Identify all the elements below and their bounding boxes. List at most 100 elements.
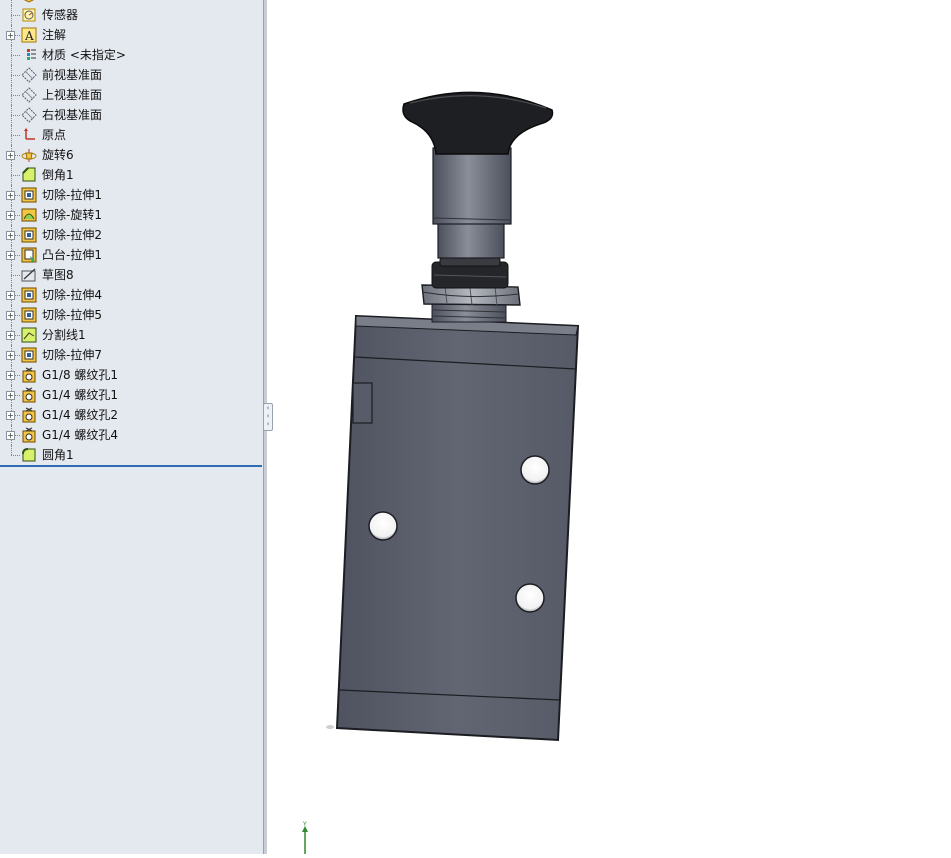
feature-tree-item[interactable]: 前视基准面 — [0, 65, 262, 85]
port-hole — [368, 511, 398, 541]
revolve-icon — [21, 147, 37, 163]
feature-tree-item[interactable]: 传感器 — [0, 5, 262, 25]
cut-extrude-icon — [21, 287, 37, 303]
expand-toggle[interactable]: + — [6, 151, 15, 160]
hole-wizard-icon — [21, 387, 37, 403]
feature-tree-item[interactable]: + 切除-拉伸5 — [0, 305, 262, 325]
boss-extrude-icon — [21, 247, 37, 263]
expand-toggle[interactable]: + — [6, 351, 15, 360]
axis-y-label: Y — [302, 821, 307, 828]
feature-tree-item-label: 切除-拉伸2 — [42, 228, 102, 242]
feature-tree-item[interactable]: 右视基准面 — [0, 105, 262, 125]
expand-toggle[interactable]: + — [6, 431, 15, 440]
knob-collar — [431, 257, 509, 289]
expand-toggle[interactable]: + — [6, 31, 15, 40]
expand-toggle[interactable]: + — [6, 331, 15, 340]
feature-tree-item[interactable]: + G1/4 螺纹孔1 — [0, 385, 262, 405]
expand-toggle[interactable]: + — [6, 191, 15, 200]
annotation-icon: A — [21, 27, 37, 43]
tree-guide-line — [11, 445, 12, 455]
feature-tree-item[interactable]: + G1/8 螺纹孔1 — [0, 365, 262, 385]
split-line-icon — [21, 327, 37, 343]
part-icon — [21, 0, 37, 3]
model-view — [326, 91, 580, 742]
svg-text:A: A — [24, 29, 34, 43]
expand-toggle[interactable]: + — [6, 291, 15, 300]
mushroom-knob — [402, 91, 554, 155]
rollback-bar[interactable] — [0, 465, 262, 467]
tree-guide-line — [11, 135, 20, 136]
feature-tree-item[interactable]: + 切除-拉伸4 — [0, 285, 262, 305]
cut-revolve-icon — [21, 207, 37, 223]
feature-tree-item-label: 注解 — [42, 28, 67, 42]
feature-tree-item-label: 切除-拉伸4 — [42, 288, 102, 302]
hole-wizard-icon — [21, 407, 37, 423]
expand-toggle[interactable]: + — [6, 411, 15, 420]
tree-guide-line — [11, 455, 20, 456]
tree-guide-line — [11, 115, 20, 116]
feature-tree-item[interactable]: + A 注解 — [0, 25, 262, 45]
feature-manager-tree: 传感器 + A 注解 材质 <未指定> 前视基准面 上视基准面 右视基准面 原点 + 旋转6 倒角1 +… — [0, 0, 263, 854]
graphics-viewport[interactable]: Y — [267, 0, 951, 854]
plane-icon — [21, 87, 37, 103]
feature-tree-item[interactable]: 圆角1 — [0, 445, 262, 465]
feature-tree-item[interactable]: 倒角1 — [0, 165, 262, 185]
expand-toggle[interactable]: + — [6, 211, 15, 220]
expand-toggle[interactable]: + — [6, 371, 15, 380]
sketch-icon — [21, 267, 37, 283]
feature-tree-item-label: 旋转6 — [42, 148, 74, 162]
feature-tree-item-label: 切除-拉伸5 — [42, 308, 102, 322]
feature-tree-list: 传感器 + A 注解 材质 <未指定> 前视基准面 上视基准面 右视基准面 原点 + 旋转6 倒角1 +… — [0, 0, 262, 465]
feature-tree-item-label: 前视基准面 — [42, 68, 103, 82]
feature-tree-item[interactable]: + 旋转6 — [0, 145, 262, 165]
feature-tree-item-label: 切除-拉伸1 — [42, 188, 102, 202]
feature-tree-item-label: G1/8 螺纹孔1 — [42, 368, 119, 382]
feature-tree-item-label: G1/4 螺纹孔4 — [42, 428, 119, 442]
tree-guide-line — [11, 15, 20, 16]
tree-guide-line — [11, 55, 20, 56]
fillet-icon — [21, 447, 37, 463]
feature-tree-item[interactable]: + 切除-拉伸2 — [0, 225, 262, 245]
plane-icon — [21, 107, 37, 123]
feature-tree-item-label: 上视基准面 — [42, 88, 103, 102]
expand-toggle[interactable]: + — [6, 251, 15, 260]
feature-tree-item-label: 传感器 — [42, 8, 79, 22]
cut-extrude-icon — [21, 227, 37, 243]
feature-tree-item[interactable]: + 分割线1 — [0, 325, 262, 345]
feature-tree-item[interactable]: + 切除-拉伸7 — [0, 345, 262, 365]
feature-tree-item[interactable]: + 凸台-拉伸1 — [0, 245, 262, 265]
plane-icon — [21, 67, 37, 83]
origin-icon — [21, 127, 37, 143]
tree-guide-line — [11, 275, 20, 276]
feature-tree-item[interactable]: 材质 <未指定> — [0, 45, 262, 65]
feature-tree-item-label: 材质 <未指定> — [42, 48, 126, 62]
feature-tree-item[interactable]: 上视基准面 — [0, 85, 262, 105]
feature-tree-item[interactable]: 原点 — [0, 125, 262, 145]
chamfer-icon — [21, 167, 37, 183]
expand-toggle[interactable]: + — [6, 391, 15, 400]
feature-tree-item-label: 草图8 — [42, 268, 74, 282]
tree-guide-line — [11, 75, 20, 76]
sensor-icon — [21, 7, 37, 23]
feature-tree-item[interactable]: + 切除-拉伸1 — [0, 185, 262, 205]
feature-tree-item-label: 圆角1 — [42, 448, 74, 462]
cut-extrude-icon — [21, 307, 37, 323]
feature-tree-item-label: 原点 — [42, 128, 67, 142]
feature-tree-item[interactable]: + G1/4 螺纹孔2 — [0, 405, 262, 425]
cut-extrude-icon — [21, 347, 37, 363]
tree-guide-line — [11, 95, 20, 96]
feature-tree-item-label: G1/4 螺纹孔1 — [42, 388, 119, 402]
feature-tree-item-label: 分割线1 — [42, 328, 86, 342]
tree-guide-line — [11, 175, 20, 176]
port-hole — [520, 455, 550, 485]
valve-body — [326, 314, 580, 742]
feature-tree-item[interactable]: + G1/4 螺纹孔4 — [0, 425, 262, 445]
hole-wizard-icon — [21, 427, 37, 443]
axis-triad: Y — [302, 821, 308, 854]
feature-tree-item[interactable]: 草图8 — [0, 265, 262, 285]
feature-tree-item-label: 凸台-拉伸1 — [42, 248, 102, 262]
cut-extrude-icon — [21, 187, 37, 203]
feature-tree-item[interactable]: + 切除-旋转1 — [0, 205, 262, 225]
expand-toggle[interactable]: + — [6, 311, 15, 320]
expand-toggle[interactable]: + — [6, 231, 15, 240]
